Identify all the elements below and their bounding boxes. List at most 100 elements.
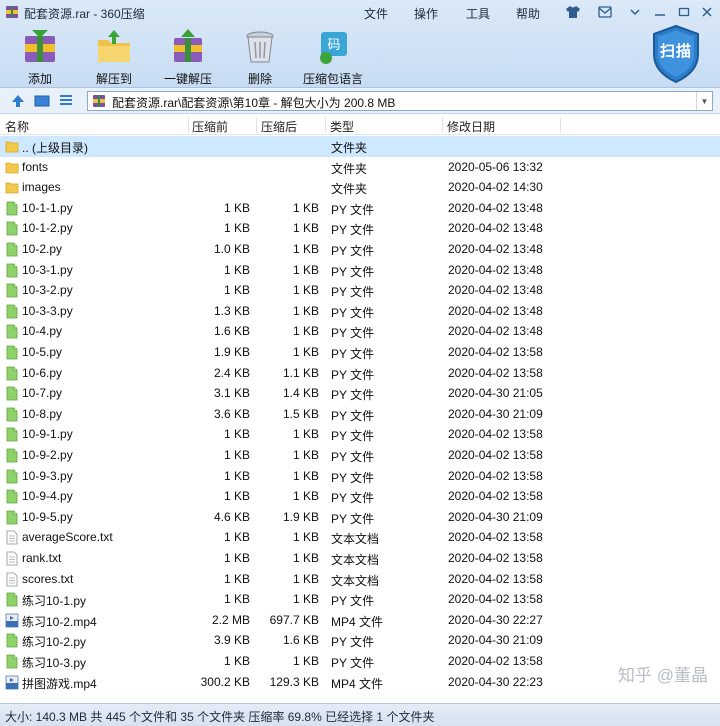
file-name: images	[22, 180, 61, 195]
file-row[interactable]: 10-3-1.py 1 KB 1 KB PY 文件 2020-04-02 13:48	[0, 260, 720, 281]
column-divider	[442, 117, 443, 133]
file-row[interactable]: 10-9-4.py 1 KB 1 KB PY 文件 2020-04-02 13:58	[0, 486, 720, 507]
dropdown-menu-icon[interactable]	[625, 3, 645, 21]
menu-file[interactable]: 文件	[364, 5, 388, 22]
extract-to-button[interactable]: 解压到	[88, 26, 140, 86]
file-row[interactable]: averageScore.txt 1 KB 1 KB 文本文档 2020-04-02 1…	[0, 527, 720, 548]
py-file-icon	[6, 510, 18, 525]
address-bar[interactable]: 配套资源.rar\配套资源\第10章 - 解包大小为 200.8 MB ▼	[87, 91, 713, 111]
file-name: 10-9-3.py	[22, 468, 73, 483]
trash-bin-icon	[246, 31, 274, 63]
thumbnail-view-icon[interactable]	[34, 93, 50, 109]
file-row[interactable]: 拼图游戏.mp4 300.2 KB 129.3 KB MP4 文件 2020-04-30…	[0, 672, 720, 693]
file-original-size: 1.3 KB	[213, 303, 250, 318]
file-modified-date: 2020-04-02 13:48	[448, 262, 543, 277]
file-row[interactable]: 10-9-2.py 1 KB 1 KB PY 文件 2020-04-02 13:58	[0, 445, 720, 466]
add-button[interactable]: 添加	[15, 26, 65, 86]
file-row[interactable]: .. (上级目录) 文件夹	[0, 136, 720, 157]
py-file-icon	[6, 427, 18, 442]
one-click-extract-icon	[174, 29, 202, 62]
file-type: PY 文件	[331, 511, 375, 526]
delete-label: 删除	[247, 72, 272, 86]
file-name: 练习10-3.py	[22, 656, 87, 670]
file-row[interactable]: 10-3-2.py 1 KB 1 KB PY 文件 2020-04-02 13:48	[0, 280, 720, 301]
file-type: PY 文件	[331, 429, 375, 444]
file-compressed-size: 1 KB	[292, 221, 319, 236]
file-compressed-size: 1 KB	[292, 551, 319, 565]
file-compressed-size: 1.6 KB	[282, 633, 319, 648]
file-row[interactable]: 练习10-1.py 1 KB 1 KB PY 文件 2020-04-02 13:58	[0, 589, 720, 610]
file-row[interactable]: scores.txt 1 KB 1 KB 文本文档 2020-04-02 13:58	[0, 569, 720, 590]
file-name: 10-9-5.py	[22, 509, 73, 524]
file-row[interactable]: 10-1-2.py 1 KB 1 KB PY 文件 2020-04-02 13:48	[0, 218, 720, 239]
file-compressed-size: 1 KB	[292, 592, 319, 607]
file-type: PY 文件	[331, 470, 375, 485]
column-divider	[256, 117, 257, 133]
file-row[interactable]: 10-5.py 1.9 KB 1 KB PY 文件 2020-04-02 13:58	[0, 342, 720, 363]
menu-help[interactable]: 帮助	[516, 5, 540, 22]
menu-tools[interactable]: 工具	[466, 5, 490, 22]
file-modified-date: 2020-04-02 13:48	[448, 324, 543, 339]
file-row[interactable]: 10-4.py 1.6 KB 1 KB PY 文件 2020-04-02 13:48	[0, 321, 720, 342]
up-arrow-icon[interactable]	[10, 93, 26, 109]
file-name: 10-2.py	[22, 242, 63, 256]
py-file-icon	[6, 633, 18, 648]
file-row[interactable]: 练习10-2.py 3.9 KB 1.6 KB PY 文件 2020-04-30 21:…	[0, 630, 720, 651]
file-name: rank.txt	[22, 551, 62, 565]
one-click-extract-button[interactable]: 一键解压	[161, 26, 215, 86]
txt-file-icon	[6, 572, 18, 586]
column-original-size[interactable]: 压缩前	[192, 118, 228, 135]
feedback-icon[interactable]	[595, 3, 615, 21]
file-row[interactable]: 10-1-1.py 1 KB 1 KB PY 文件 2020-04-02 13:48	[0, 198, 720, 219]
minimize-icon[interactable]	[650, 3, 670, 21]
file-row[interactable]: fonts 文件夹 2020-05-06 13:32	[0, 157, 720, 178]
file-original-size: 3.6 KB	[213, 406, 250, 421]
file-modified-date: 2020-04-02 13:48	[448, 200, 543, 215]
file-row[interactable]: 10-8.py 3.6 KB 1.5 KB PY 文件 2020-04-30 21:09	[0, 404, 720, 425]
file-row[interactable]: 10-6.py 2.4 KB 1.1 KB PY 文件 2020-04-02 13:58	[0, 363, 720, 384]
delete-button[interactable]: 删除	[238, 26, 282, 86]
file-row[interactable]: 练习10-3.py 1 KB 1 KB PY 文件 2020-04-02 13:58	[0, 651, 720, 672]
file-row[interactable]: 10-9-5.py 4.6 KB 1.9 KB PY 文件 2020-04-30 21:…	[0, 507, 720, 528]
file-type: 文件夹	[331, 182, 368, 197]
file-row[interactable]: rank.txt 1 KB 1 KB 文本文档 2020-04-02 13:58	[0, 548, 720, 569]
menu-operations[interactable]: 操作	[414, 5, 438, 22]
file-row[interactable]: 10-3-3.py 1.3 KB 1 KB PY 文件 2020-04-02 13:48	[0, 301, 720, 322]
file-row[interactable]: images 文件夹 2020-04-02 14:30	[0, 177, 720, 198]
file-original-size: 1 KB	[223, 592, 250, 607]
file-compressed-size: 1 KB	[292, 448, 319, 462]
close-icon[interactable]	[697, 3, 717, 21]
file-row[interactable]: 10-9-3.py 1 KB 1 KB PY 文件 2020-04-02 13:58	[0, 466, 720, 487]
maximize-icon[interactable]	[674, 3, 694, 21]
file-modified-date: 2020-04-02 14:30	[448, 180, 543, 195]
file-original-size: 1 KB	[223, 489, 250, 504]
file-name: 10-1-2.py	[22, 221, 73, 236]
file-row[interactable]: 10-9-1.py 1 KB 1 KB PY 文件 2020-04-02 13:58	[0, 424, 720, 445]
header: 配套资源.rar - 360压缩 文件 操作 工具 帮助 添加 解压到 一键解压…	[0, 0, 720, 88]
column-divider	[560, 117, 561, 133]
file-original-size: 300.2 KB	[200, 674, 250, 689]
file-original-size: 1 KB	[223, 427, 250, 442]
file-compressed-size: 1 KB	[292, 345, 319, 359]
file-row[interactable]: 练习10-2.mp4 2.2 MB 697.7 KB MP4 文件 2020-04-30…	[0, 610, 720, 631]
address-dropdown-icon[interactable]: ▼	[696, 92, 712, 110]
skin-shirt-icon[interactable]	[563, 3, 583, 21]
file-row[interactable]: 10-2.py 1.0 KB 1 KB PY 文件 2020-04-02 13:48	[0, 239, 720, 260]
file-original-size: 3.1 KB	[213, 386, 250, 401]
scan-button[interactable]: 扫描	[650, 24, 702, 84]
file-compressed-size: 1 KB	[292, 654, 319, 668]
file-name: fonts	[22, 159, 49, 174]
file-original-size: 2.2 MB	[211, 612, 250, 627]
file-original-size: 1.6 KB	[213, 324, 250, 339]
file-row[interactable]: 10-7.py 3.1 KB 1.4 KB PY 文件 2020-04-30 21:05	[0, 383, 720, 404]
extract-to-label: 解压到	[95, 72, 132, 86]
column-type[interactable]: 类型	[330, 118, 354, 135]
file-type: PY 文件	[331, 264, 375, 279]
toolbar: 添加 解压到 一键解压 删除 码 压缩包语言	[0, 26, 720, 86]
code-language-button[interactable]: 码 压缩包语言	[300, 26, 366, 86]
file-modified-date: 2020-04-02 13:58	[448, 654, 543, 668]
list-view-icon[interactable]	[58, 93, 74, 109]
column-modified[interactable]: 修改日期	[447, 118, 495, 135]
column-compressed-size[interactable]: 压缩后	[261, 118, 297, 135]
column-name[interactable]: 名称	[5, 118, 29, 135]
